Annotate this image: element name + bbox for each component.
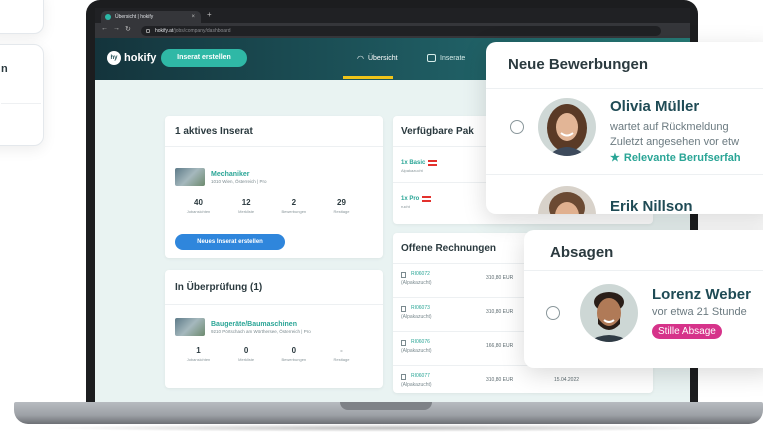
nav-item-listings[interactable]: Inserate bbox=[427, 54, 465, 62]
applicant-name[interactable]: Erik Nillson bbox=[610, 198, 693, 214]
stat-views: 1 Jobansichten bbox=[186, 346, 211, 362]
select-radio[interactable] bbox=[510, 120, 524, 134]
stat-watchlist: 12 Merkliste bbox=[238, 198, 255, 214]
back-icon[interactable]: ← bbox=[101, 25, 108, 32]
stat-applications: 0 Bewerbungen bbox=[281, 346, 307, 362]
active-listings-card: 1 aktives Inserat Mechaniker 1010 Wien, … bbox=[165, 116, 383, 258]
close-icon[interactable]: × bbox=[191, 11, 195, 23]
avatar[interactable] bbox=[580, 284, 638, 342]
card-title: Offene Rechnungen bbox=[401, 243, 497, 254]
job-item[interactable]: Baugeräte/Baumaschinen 9210 Pörtschach a… bbox=[175, 318, 311, 336]
logo-mark-icon: hy bbox=[107, 51, 121, 65]
stat-remaining-days: 29 Resttage bbox=[333, 198, 350, 214]
panel-title: Absagen bbox=[550, 244, 614, 261]
applicant-name[interactable]: Olivia Müller bbox=[610, 98, 699, 115]
reload-icon[interactable]: ↻ bbox=[125, 25, 131, 33]
job-thumbnail bbox=[175, 168, 205, 186]
url-field[interactable]: hokify.at/jobs/company/dashboard bbox=[141, 26, 661, 36]
rejections-panel: Absagen Lorenz Weber vor etwa 21 Stunde … bbox=[524, 230, 763, 368]
background-card-top bbox=[0, 0, 44, 34]
avatar[interactable] bbox=[538, 186, 596, 214]
favicon-icon bbox=[105, 14, 111, 20]
background-card: n bbox=[0, 44, 44, 146]
person-name[interactable]: Lorenz Weber bbox=[652, 286, 751, 303]
card-title: 1 aktives Inserat bbox=[175, 126, 253, 137]
silent-rejection-badge: Stille Absage bbox=[652, 324, 722, 339]
invoice-icon bbox=[401, 306, 406, 312]
divider bbox=[486, 174, 763, 175]
nav-item-label: Übersicht bbox=[367, 55, 398, 62]
panel-title: Neue Bewerbungen bbox=[508, 56, 649, 73]
applicant-status: wartet auf Rückmeldung bbox=[610, 121, 729, 133]
nav-item-overview[interactable]: ◠ Übersicht bbox=[357, 54, 398, 63]
divider bbox=[1, 103, 41, 104]
logo-text: hokify bbox=[124, 52, 157, 64]
relevant-experience-tag: ★ Relevante Berufserfah bbox=[610, 151, 741, 165]
invoice-icon bbox=[401, 340, 406, 346]
forward-icon[interactable]: → bbox=[113, 25, 120, 32]
select-radio[interactable] bbox=[546, 306, 560, 320]
create-listing-button[interactable]: Inserat erstellen bbox=[161, 49, 247, 67]
austria-flag-icon bbox=[422, 196, 432, 202]
browser-tab-bar: Übersicht | hokify × + bbox=[95, 8, 690, 23]
nav-item-label: Inserate bbox=[440, 54, 466, 62]
new-applications-panel: Neue Bewerbungen Olivia Müller wartet au… bbox=[486, 42, 763, 214]
job-title[interactable]: Mechaniker bbox=[211, 171, 266, 178]
package-item[interactable]: 1x Pro rucht bbox=[401, 196, 432, 209]
job-subtitle: 1010 Wien, Österreich | Pro bbox=[211, 178, 267, 184]
invoice-icon bbox=[401, 374, 406, 380]
stat-applications: 2 Bewerbungen bbox=[281, 198, 307, 214]
job-stats: 40 Jobansichten 12 Merkliste 2 Bewerbungen … bbox=[175, 198, 365, 214]
stat-watchlist: 0 Merkliste bbox=[238, 346, 255, 362]
gauge-icon: ◠ bbox=[357, 54, 364, 63]
address-bar: ← → ↻ hokify.at/jobs/company/dashboard bbox=[95, 23, 690, 38]
applicant-last-seen: Zuletzt angesehen vor etw bbox=[610, 136, 740, 148]
job-subtitle: 9210 Pörtschach am Wörthersee, Österreic… bbox=[211, 328, 311, 334]
invoice-icon bbox=[401, 272, 406, 278]
divider bbox=[486, 88, 763, 89]
laptop-notch bbox=[340, 402, 432, 410]
laptop-shadow bbox=[40, 424, 740, 432]
stat-remaining-days: - Resttage bbox=[333, 346, 350, 362]
divider bbox=[524, 270, 763, 271]
job-stats: 1 Jobansichten 0 Merkliste 0 Bewerbungen -R… bbox=[175, 346, 365, 362]
star-icon: ★ bbox=[610, 152, 620, 164]
card-title: In Überprüfung (1) bbox=[175, 282, 263, 293]
new-tab-button[interactable]: + bbox=[207, 10, 212, 19]
invoice-row[interactable]: RI06077 (Alpakazucht) 310,80 EUR 15.04.2… bbox=[401, 373, 631, 393]
card-title: Verfügbare Pak bbox=[401, 126, 474, 137]
document-icon bbox=[427, 54, 436, 62]
rejection-time: vor etwa 21 Stunde bbox=[652, 306, 747, 318]
divider bbox=[165, 304, 383, 305]
avatar[interactable] bbox=[538, 98, 596, 156]
url-path: /jobs/company/dashboard bbox=[173, 28, 231, 34]
url-host: hokify.at bbox=[155, 28, 174, 34]
lock-icon bbox=[146, 29, 150, 33]
new-listing-button[interactable]: Neues Inserat erstellen bbox=[175, 234, 285, 250]
divider bbox=[165, 146, 383, 147]
logo[interactable]: hy hokify bbox=[107, 51, 156, 65]
package-item[interactable]: 1x Basic Alpakazucht bbox=[401, 160, 438, 173]
background-card-title: n bbox=[1, 63, 8, 75]
in-review-card: In Überprüfung (1) Baugeräte/Baumaschine… bbox=[165, 270, 383, 388]
stat-views: 40 Jobansichten bbox=[186, 198, 211, 214]
active-nav-underline bbox=[343, 76, 393, 79]
austria-flag-icon bbox=[428, 160, 438, 166]
browser-tab[interactable]: Übersicht | hokify × bbox=[101, 11, 201, 23]
job-thumbnail bbox=[175, 318, 205, 336]
job-item[interactable]: Mechaniker 1010 Wien, Österreich | Pro bbox=[175, 168, 266, 186]
browser-tab-title: Übersicht | hokify bbox=[115, 14, 154, 20]
job-title[interactable]: Baugeräte/Baumaschinen bbox=[211, 321, 311, 328]
